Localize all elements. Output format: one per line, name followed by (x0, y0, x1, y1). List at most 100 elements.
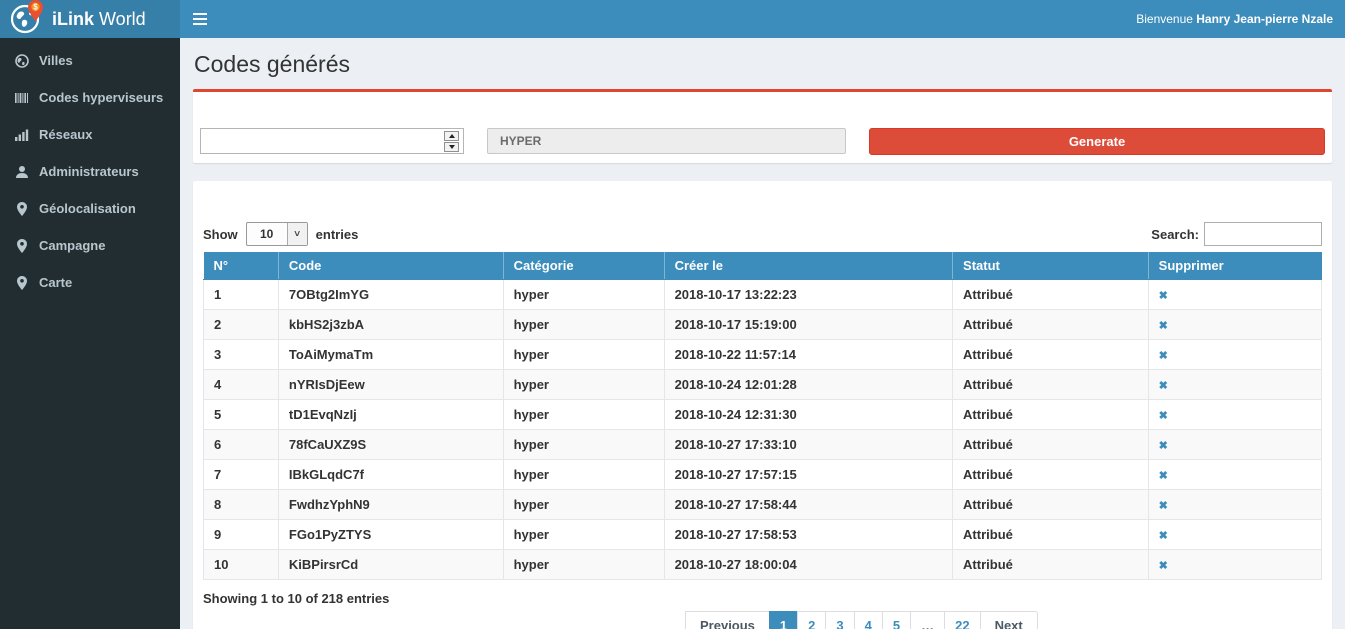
table-header-row: N° Code Catégorie Créer le Statut Suppri… (204, 252, 1322, 280)
header-code: Code (278, 252, 503, 280)
map-marker-icon (15, 239, 29, 253)
delete-icon[interactable] (1159, 530, 1168, 542)
sidebar-item-geolocalisation[interactable]: Géolocalisation (0, 190, 180, 227)
entries-label: entries (316, 227, 359, 242)
cell-categorie: hyper (503, 280, 664, 310)
cell-statut: Attribué (953, 520, 1149, 550)
quantity-stepper (444, 131, 459, 152)
cell-code: KiBPirsrCd (278, 550, 503, 580)
page-button[interactable]: Next (980, 611, 1038, 629)
page-length-select[interactable]: 10 ˅ (246, 222, 308, 246)
page-button[interactable]: 5 (882, 611, 911, 629)
sidebar-item-label: Géolocalisation (39, 201, 136, 216)
cell-creer-le: 2018-10-27 17:57:15 (664, 460, 952, 490)
cell-statut: Attribué (953, 430, 1149, 460)
page-button[interactable]: 22 (944, 611, 980, 629)
sidebar-toggle-icon[interactable] (180, 0, 220, 38)
delete-icon[interactable] (1159, 410, 1168, 422)
table-info: Showing 1 to 10 of 218 entries (203, 580, 1322, 606)
page-button[interactable]: Previous (685, 611, 770, 629)
sidebar-item-villes[interactable]: Villes (0, 42, 180, 79)
brand-logo[interactable]: $ iLink World (0, 0, 180, 38)
app-window: $ iLink World Bienvenue Hanry Jean-pierr… (0, 0, 1345, 629)
sidebar-item-codes-hyperviseurs[interactable]: Codes hyperviseurs (0, 79, 180, 116)
page-button[interactable]: 4 (854, 611, 883, 629)
cell-categorie: hyper (503, 370, 664, 400)
header-categorie: Catégorie (503, 252, 664, 280)
cell-numero: 3 (204, 340, 279, 370)
cell-creer-le: 2018-10-24 12:01:28 (664, 370, 952, 400)
codes-table-panel: Show 10 ˅ entries Search: (193, 181, 1332, 629)
table-row: 9 FGo1PyZTYS hyper 2018-10-27 17:58:53 A… (204, 520, 1322, 550)
sidebar-item-label: Carte (39, 275, 72, 290)
cell-numero: 10 (204, 550, 279, 580)
cell-categorie: hyper (503, 550, 664, 580)
cell-creer-le: 2018-10-27 17:58:53 (664, 520, 952, 550)
quantity-field (200, 128, 464, 154)
sidebar-item-campagne[interactable]: Campagne (0, 227, 180, 264)
main-content: Codes générés Generate (180, 38, 1345, 629)
cell-code: kbHS2j3zbA (278, 310, 503, 340)
sidebar-item-label: Campagne (39, 238, 105, 253)
cell-supprimer (1148, 370, 1321, 400)
delete-icon[interactable] (1159, 380, 1168, 392)
cell-code: nYRIsDjEew (278, 370, 503, 400)
cell-supprimer (1148, 520, 1321, 550)
cell-categorie: hyper (503, 310, 664, 340)
cell-creer-le: 2018-10-22 11:57:14 (664, 340, 952, 370)
sidebar-item-carte[interactable]: Carte (0, 264, 180, 301)
cell-creer-le: 2018-10-17 15:19:00 (664, 310, 952, 340)
delete-icon[interactable] (1159, 320, 1168, 332)
search-label: Search: (1151, 227, 1199, 242)
cell-creer-le: 2018-10-27 17:33:10 (664, 430, 952, 460)
stepper-down-icon[interactable] (444, 142, 459, 152)
delete-icon[interactable] (1159, 440, 1168, 452)
quantity-input[interactable] (201, 129, 444, 153)
stepper-up-icon[interactable] (444, 131, 459, 141)
delete-icon[interactable] (1159, 290, 1168, 302)
header-statut: Statut (953, 252, 1149, 280)
map-marker-icon (15, 276, 29, 290)
globe-icon (15, 54, 29, 68)
cell-numero: 1 (204, 280, 279, 310)
cell-supprimer (1148, 310, 1321, 340)
cell-statut: Attribué (953, 310, 1149, 340)
sidebar-item-administrateurs[interactable]: Administrateurs (0, 153, 180, 190)
table-body: 1 7OBtg2ImYG hyper 2018-10-17 13:22:23 A… (204, 280, 1322, 580)
table-row: 7 IBkGLqdC7f hyper 2018-10-27 17:57:15 A… (204, 460, 1322, 490)
cell-creer-le: 2018-10-27 18:00:04 (664, 550, 952, 580)
cell-supprimer (1148, 430, 1321, 460)
delete-icon[interactable] (1159, 560, 1168, 572)
cell-categorie: hyper (503, 520, 664, 550)
cell-creer-le: 2018-10-27 17:58:44 (664, 490, 952, 520)
delete-icon[interactable] (1159, 500, 1168, 512)
search-input[interactable] (1204, 222, 1322, 246)
table-row: 3 ToAiMymaTm hyper 2018-10-22 11:57:14 A… (204, 340, 1322, 370)
cell-supprimer (1148, 550, 1321, 580)
globe-pin-logo-icon: $ (10, 2, 44, 36)
page-button[interactable]: 3 (825, 611, 854, 629)
cell-code: 7OBtg2ImYG (278, 280, 503, 310)
table-row: 8 FwdhzYphN9 hyper 2018-10-27 17:58:44 A… (204, 490, 1322, 520)
page-button[interactable]: 2 (797, 611, 826, 629)
cell-statut: Attribué (953, 370, 1149, 400)
header-numero: N° (204, 252, 279, 280)
cell-code: ToAiMymaTm (278, 340, 503, 370)
page-button[interactable]: 1 (769, 611, 798, 629)
category-input (487, 128, 846, 154)
generate-button[interactable]: Generate (869, 128, 1325, 155)
sidebar-item-reseaux[interactable]: Réseaux (0, 116, 180, 153)
table-row: 1 7OBtg2ImYG hyper 2018-10-17 13:22:23 A… (204, 280, 1322, 310)
table-row: 5 tD1EvqNzIj hyper 2018-10-24 12:31:30 A… (204, 400, 1322, 430)
delete-icon[interactable] (1159, 350, 1168, 362)
cell-code: IBkGLqdC7f (278, 460, 503, 490)
pagination: Previous 1 2 3 4 5 … (686, 611, 1038, 629)
cell-statut: Attribué (953, 490, 1149, 520)
sidebar-nav: Villes Codes hyperviseurs Réseaux Admini… (0, 38, 180, 629)
user-name: Hanry Jean-pierre Nzale (1196, 12, 1333, 26)
cell-categorie: hyper (503, 400, 664, 430)
svg-text:$: $ (33, 3, 38, 12)
delete-icon[interactable] (1159, 470, 1168, 482)
cell-statut: Attribué (953, 400, 1149, 430)
cell-statut: Attribué (953, 280, 1149, 310)
